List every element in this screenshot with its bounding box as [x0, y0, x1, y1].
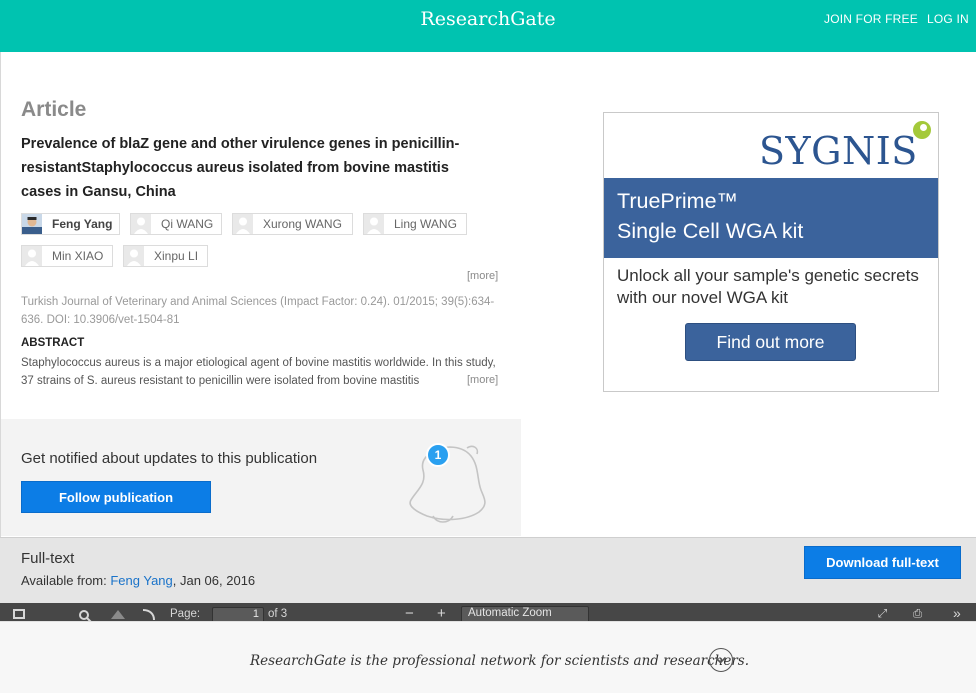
availability-date: , Jan 06, 2016 — [172, 573, 256, 588]
author-photo — [22, 214, 42, 234]
notify-text: Get notified about updates to this publi… — [21, 450, 318, 467]
ad-find-out-more-button[interactable]: Find out more — [685, 323, 856, 361]
author-name: Qi WANG — [161, 217, 214, 231]
ad-logo-dot-icon — [913, 121, 931, 139]
article-title: Prevalence of blaZ gene and other virule… — [21, 136, 460, 200]
print-icon[interactable]: ⎙ — [913, 608, 922, 621]
author-name: Xinpu LI — [154, 249, 199, 263]
pdf-viewer-toolbar: Page: 1 of 3 − + Automatic Zoom ⤢ ⎙ » — [0, 603, 976, 621]
author-name: Ling WANG — [394, 217, 457, 231]
avatar-placeholder-icon — [124, 246, 144, 266]
ad-logo: SYGNIS — [759, 129, 918, 173]
full-text-availability: Available from: Feng Yang, Jan 06, 2016 — [21, 573, 255, 588]
zoom-in-icon[interactable]: + — [437, 605, 446, 621]
avatar-placeholder-icon — [364, 214, 384, 234]
page-number-input[interactable]: 1 — [212, 607, 264, 621]
author-chip-feng-yang[interactable]: Feng Yang — [21, 213, 120, 235]
log-in-link[interactable]: LOG IN — [927, 12, 969, 26]
zoom-select[interactable]: Automatic Zoom — [461, 606, 589, 621]
ad-headline-band: TruePrime™ Single Cell WGA kit — [604, 178, 938, 258]
full-text-title: Full-text — [21, 550, 75, 567]
chevron-down-icon[interactable] — [709, 648, 733, 672]
search-icon[interactable] — [78, 609, 92, 621]
footer-tagline: is the professional network for scientis… — [346, 653, 750, 669]
abstract-text: Staphylococcus aureus is a major etiolog… — [21, 357, 496, 387]
author-chip-qi-wang[interactable]: Qi WANG — [130, 213, 222, 235]
avatar-placeholder-icon — [131, 214, 151, 234]
next-page-icon[interactable] — [140, 609, 156, 621]
author-chip-ling-wang[interactable]: Ling WANG — [363, 213, 467, 235]
journal-info: Turkish Journal of Veterinary and Animal… — [21, 296, 495, 326]
abstract-heading: ABSTRACT — [21, 337, 85, 349]
fullscreen-icon[interactable]: ⤢ — [878, 608, 887, 621]
download-full-text-button[interactable]: Download full-text — [804, 546, 961, 579]
article-type-label: Article — [21, 98, 87, 121]
zoom-out-icon[interactable]: − — [405, 605, 414, 621]
page-label: Page: — [170, 608, 201, 620]
join-for-free-link[interactable]: JOIN FOR FREE — [824, 12, 918, 26]
page-total: of 3 — [268, 608, 288, 620]
author-name: Feng Yang — [52, 217, 113, 231]
avatar-placeholder-icon — [233, 214, 253, 234]
notification-count-badge: 1 — [426, 443, 450, 467]
previous-page-icon[interactable] — [110, 609, 126, 621]
follow-publication-button[interactable]: Follow publication — [21, 481, 211, 513]
availability-prefix: Available from: — [21, 573, 111, 588]
ad-body-text: Unlock all your sample's genetic secrets… — [617, 266, 919, 307]
abstract-more-link[interactable]: [more] — [467, 374, 498, 386]
author-name: Xurong WANG — [263, 217, 342, 231]
ad-headline-line1: TruePrime™ — [617, 189, 739, 213]
advertisement[interactable]: SYGNIS TruePrime™ Single Cell WGA kit Un… — [603, 112, 939, 392]
brand-name[interactable]: ResearchGate — [420, 8, 555, 30]
authors-more-link[interactable]: [more] — [467, 270, 498, 282]
author-chip-xurong-wang[interactable]: Xurong WANG — [232, 213, 353, 235]
availability-author-link[interactable]: Feng Yang — [110, 573, 172, 588]
ad-headline-line2: Single Cell WGA kit — [617, 219, 804, 243]
author-name: Min XIAO — [52, 249, 104, 263]
author-chip-min-xiao[interactable]: Min XIAO — [21, 245, 113, 267]
author-chip-xinpu-li[interactable]: Xinpu LI — [123, 245, 208, 267]
footer-brand: ResearchGate — [250, 653, 347, 669]
footer-banner-text: ResearchGate is the professional network… — [0, 653, 976, 669]
more-tools-icon[interactable]: » — [953, 605, 961, 621]
avatar-placeholder-icon — [22, 246, 42, 266]
abstract-fade — [430, 372, 470, 390]
sidebar-toggle-icon[interactable] — [13, 609, 25, 619]
